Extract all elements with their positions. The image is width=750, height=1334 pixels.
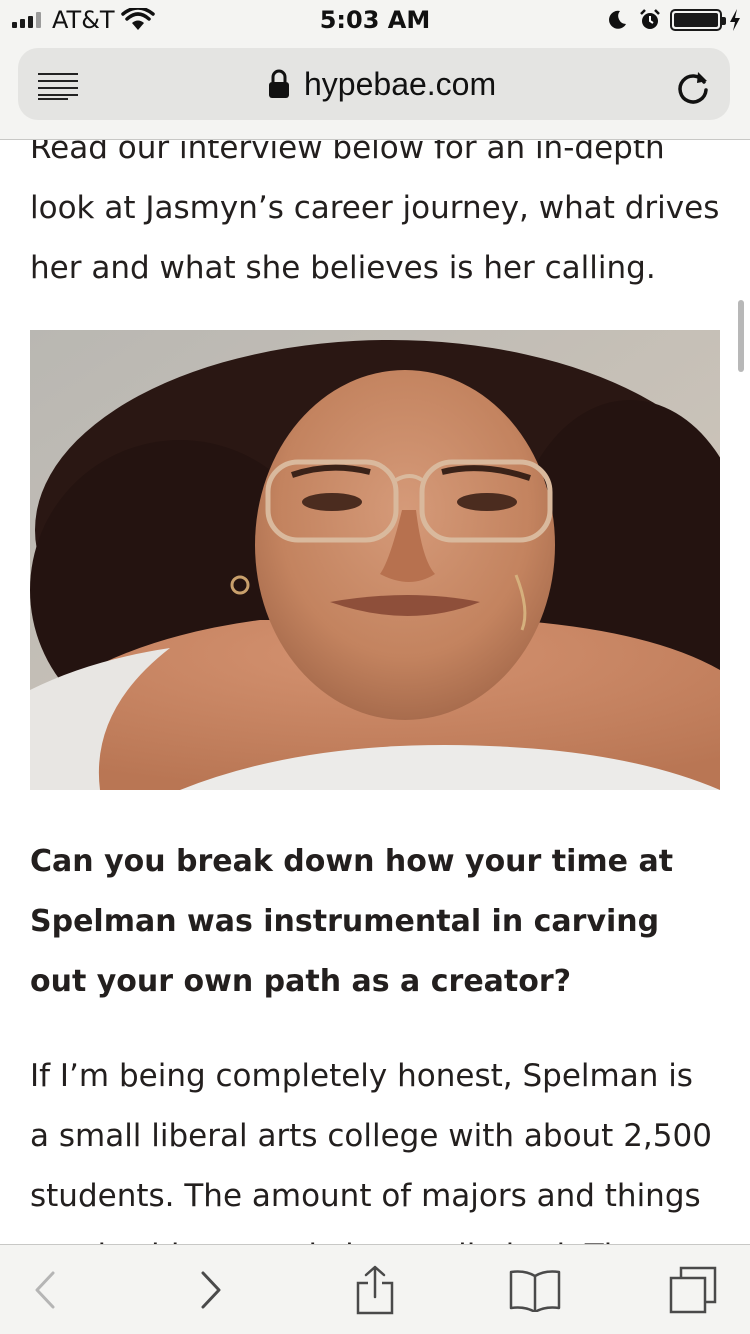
bookmarks-icon — [509, 1270, 561, 1312]
article-content[interactable]: Read our interview below for an in-depth… — [0, 0, 750, 1334]
interview-question: Can you break down how your time at Spel… — [30, 844, 674, 999]
reader-view-icon[interactable] — [38, 72, 80, 100]
back-button[interactable] — [0, 1245, 90, 1334]
vertical-scrollbar[interactable] — [738, 300, 744, 372]
bookmarks-button[interactable] — [490, 1245, 580, 1334]
browser-nav-bar: hypebae.com — [0, 40, 750, 140]
status-bar: AT&T 5:03 AM — [0, 0, 750, 40]
alarm-icon — [640, 9, 660, 29]
safari-screen: Read our interview below for an in-depth… — [0, 0, 750, 1334]
intro-paragraph: Read our interview below for an in-depth… — [30, 130, 720, 286]
share-icon — [356, 1265, 394, 1315]
charging-bolt-icon — [730, 9, 740, 31]
tabs-button[interactable] — [648, 1245, 738, 1334]
article-photo[interactable] — [30, 330, 720, 790]
reload-icon[interactable] — [674, 68, 712, 106]
url-domain[interactable]: hypebae.com — [304, 62, 496, 106]
address-bar[interactable]: hypebae.com — [18, 48, 730, 120]
browser-toolbar — [0, 1244, 750, 1334]
moon-icon — [609, 10, 626, 29]
forward-chevron-icon — [201, 1271, 221, 1309]
portrait-photo — [30, 330, 720, 790]
lock-icon — [269, 69, 289, 98]
share-button[interactable] — [330, 1245, 420, 1334]
forward-button[interactable] — [166, 1245, 256, 1334]
tabs-icon — [669, 1266, 717, 1314]
back-chevron-icon — [35, 1271, 55, 1309]
battery-icon — [670, 9, 726, 31]
